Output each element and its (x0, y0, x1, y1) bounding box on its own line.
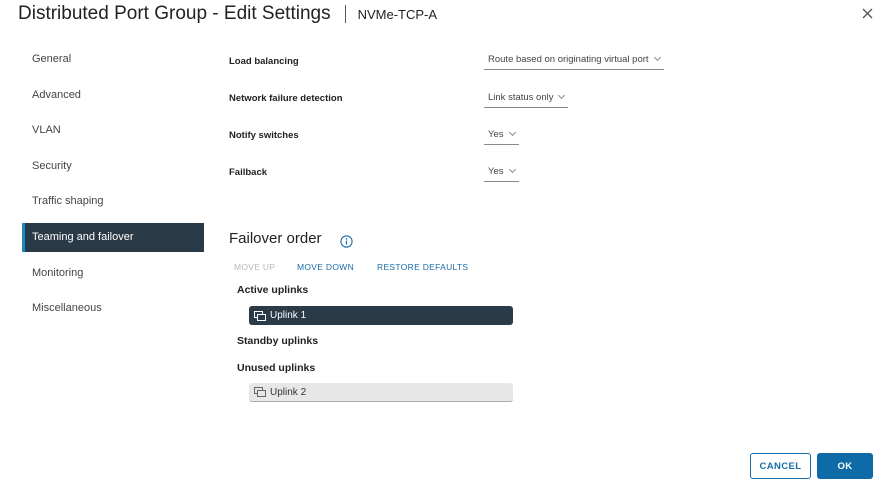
ok-button[interactable]: OK (817, 453, 873, 479)
sidebar-nav: General Advanced VLAN Security Traffic s… (22, 45, 204, 330)
notify-switches-value: Yes (488, 129, 504, 140)
chevron-down-icon (653, 53, 661, 62)
close-icon[interactable] (859, 4, 877, 22)
cancel-button[interactable]: CANCEL (750, 453, 811, 479)
dialog-subtitle: NVMe-TCP-A (357, 6, 438, 22)
chevron-down-icon (508, 128, 516, 137)
unused-uplinks-label: Unused uplinks (237, 362, 316, 374)
sidebar-item-traffic-shaping[interactable]: Traffic shaping (22, 187, 204, 216)
failover-order-title: Failover order (229, 230, 322, 247)
load-balancing-label: Load balancing (229, 56, 299, 67)
uplink-item[interactable]: Uplink 1 (249, 306, 513, 325)
sidebar-item-miscellaneous[interactable]: Miscellaneous (22, 294, 204, 323)
sidebar-item-advanced[interactable]: Advanced (22, 81, 204, 110)
sidebar-item-teaming-and-failover[interactable]: Teaming and failover (22, 222, 204, 252)
title-divider (344, 5, 346, 23)
sidebar-item-security[interactable]: Security (22, 152, 204, 181)
dialog-title: Distributed Port Group - Edit Settings (18, 3, 331, 24)
chevron-down-icon (508, 165, 516, 174)
sidebar-item-vlan[interactable]: VLAN (22, 116, 204, 145)
sidebar-item-monitoring[interactable]: Monitoring (22, 259, 204, 288)
sidebar-item-general[interactable]: General (22, 45, 204, 74)
move-up-button[interactable]: MOVE UP (234, 262, 275, 272)
restore-defaults-button[interactable]: RESTORE DEFAULTS (377, 262, 468, 272)
notify-switches-select[interactable]: Yes (484, 128, 519, 145)
uplink-label: Uplink 2 (270, 386, 307, 398)
uplink-label: Uplink 1 (270, 310, 307, 321)
notify-switches-label: Notify switches (229, 130, 299, 141)
dialog-header: Distributed Port Group - Edit Settings N… (18, 3, 437, 25)
failback-select[interactable]: Yes (484, 165, 519, 182)
load-balancing-select[interactable]: Route based on originating virtual port (484, 53, 664, 70)
active-uplinks-label: Active uplinks (237, 284, 309, 296)
chevron-down-icon (558, 91, 566, 100)
network-failure-detection-value: Link status only (488, 92, 554, 103)
move-down-button[interactable]: MOVE DOWN (297, 262, 354, 272)
info-icon[interactable] (340, 235, 353, 248)
uplink-icon (254, 387, 266, 397)
failback-label: Failback (229, 167, 268, 178)
uplink-icon (254, 310, 266, 321)
failback-value: Yes (488, 166, 504, 177)
network-failure-detection-label: Network failure detection (229, 93, 343, 104)
network-failure-detection-select[interactable]: Link status only (484, 91, 569, 108)
uplink-item[interactable]: Uplink 2 (249, 383, 513, 402)
standby-uplinks-label: Standby uplinks (237, 335, 319, 347)
load-balancing-value: Route based on originating virtual port (488, 54, 649, 65)
